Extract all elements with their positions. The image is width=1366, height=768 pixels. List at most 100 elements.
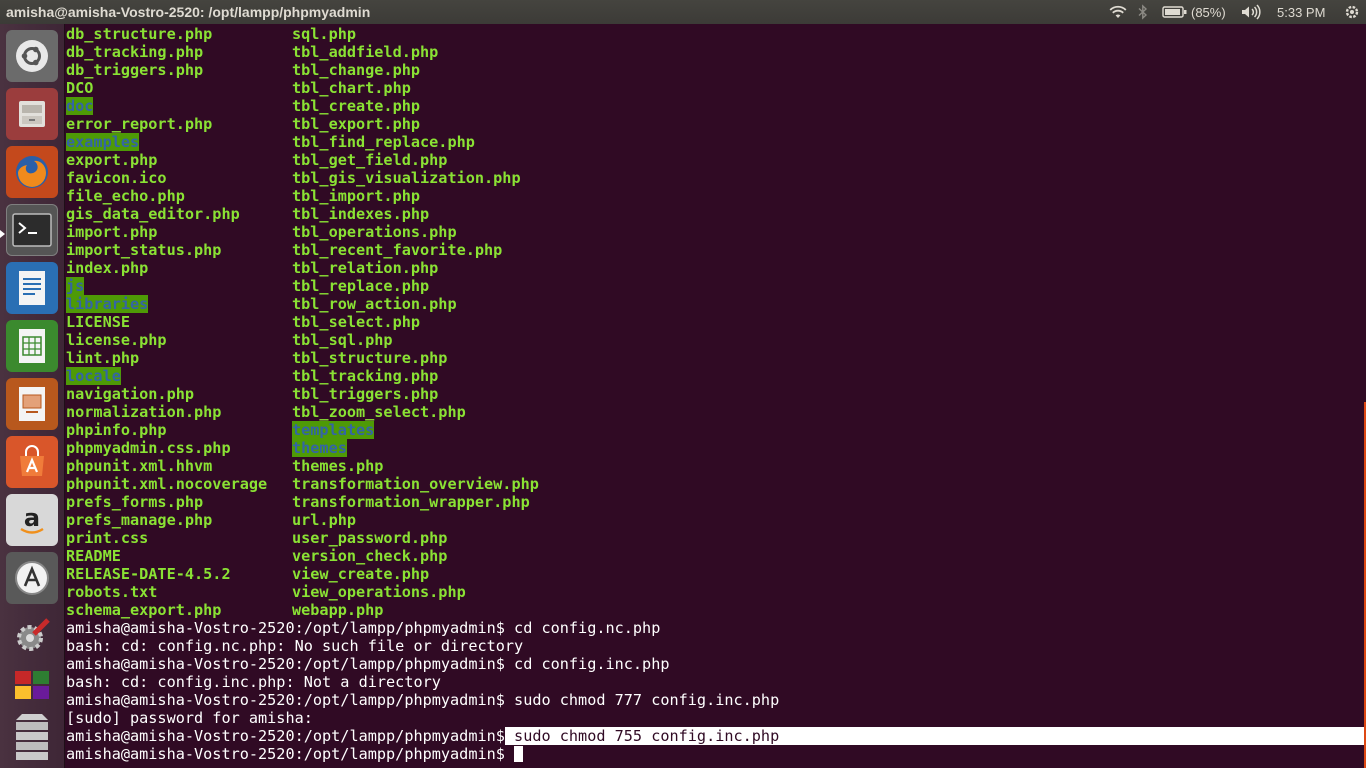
listing-file: favicon.ico <box>66 169 167 187</box>
listing-file: error_report.php <box>66 115 213 133</box>
wifi-icon[interactable] <box>1108 3 1128 21</box>
listing-directory: examples <box>66 133 140 151</box>
listing-file: index.php <box>66 259 149 277</box>
command-text: sudo chmod 777 config.inc.php <box>504 691 780 709</box>
file-cabinet-icon[interactable] <box>6 88 58 140</box>
amazon-icon[interactable]: a <box>6 494 58 546</box>
listing-directory: templates <box>292 421 375 439</box>
document-icon[interactable] <box>6 262 58 314</box>
listing-file: file_echo.php <box>66 187 185 205</box>
listing-file: sql.php <box>292 25 357 43</box>
battery-percent: (85%) <box>1191 4 1226 20</box>
shopping-bag-icon[interactable] <box>6 436 58 488</box>
listing-file: tbl_zoom_select.php <box>292 403 466 421</box>
clock[interactable]: 5:33 PM <box>1277 3 1325 21</box>
svg-text:a: a <box>24 504 40 532</box>
listing-directory: themes <box>292 439 347 457</box>
listing-file: tbl_replace.php <box>292 277 430 295</box>
listing-file: robots.txt <box>66 583 158 601</box>
top-panel: amisha@amisha-Vostro-2520: /opt/lampp/ph… <box>0 0 1366 24</box>
listing-file: themes.php <box>292 457 384 475</box>
bluetooth-icon[interactable] <box>1138 3 1148 21</box>
listing-file: tbl_sql.php <box>292 331 393 349</box>
firefox-icon[interactable] <box>6 146 58 198</box>
output-text: bash: cd: config.nc.php: No such file or… <box>66 637 524 655</box>
listing-file: tbl_select.php <box>292 313 421 331</box>
listing-file: prefs_manage.php <box>66 511 213 529</box>
listing-file: tbl_row_action.php <box>292 295 457 313</box>
command-text: cd config.inc.php <box>504 655 670 673</box>
listing-file: import_status.php <box>66 241 222 259</box>
launcher: a <box>0 24 65 768</box>
listing-file: tbl_find_replace.php <box>292 133 475 151</box>
listing-file: tbl_addfield.php <box>292 43 439 61</box>
terminal-window[interactable]: db_structure.php sql.php db_tracking.php tb… <box>65 24 1366 768</box>
command-line: amisha@amisha-Vostro-2520:/opt/lampp/php… <box>66 619 660 637</box>
shell-prompt: amisha@amisha-Vostro-2520:/opt/lampp/php… <box>66 745 505 763</box>
listing-file: tbl_import.php <box>292 187 421 205</box>
listing-file: phpinfo.php <box>66 421 167 439</box>
shell-prompt: amisha@amisha-Vostro-2520:/opt/lampp/php… <box>66 619 505 637</box>
output-line: [sudo] password for amisha: <box>66 709 313 727</box>
volume-icon[interactable] <box>1240 3 1262 21</box>
output-text: bash: cd: config.inc.php: Not a director… <box>66 673 441 691</box>
command-line: amisha@amisha-Vostro-2520:/opt/lampp/php… <box>66 745 524 763</box>
listing-file: tbl_chart.php <box>292 79 411 97</box>
listing-directory: locale <box>66 367 121 385</box>
battery-icon[interactable] <box>1162 3 1188 21</box>
listing-file: webapp.php <box>292 601 384 619</box>
command-text <box>505 745 514 763</box>
listing-file: phpunit.xml.nocoverage <box>66 475 268 493</box>
shell-prompt: amisha@amisha-Vostro-2520:/opt/lampp/php… <box>66 655 505 673</box>
listing-file: user_password.php <box>292 529 448 547</box>
command-line: amisha@amisha-Vostro-2520:/opt/lampp/php… <box>66 691 779 709</box>
trash-icon[interactable] <box>6 710 58 762</box>
listing-file: url.php <box>292 511 357 529</box>
listing-file: LICENSE <box>66 313 131 331</box>
terminal-icon[interactable] <box>6 204 58 256</box>
command-line: amisha@amisha-Vostro-2520:/opt/lampp/php… <box>66 727 1366 745</box>
updater-icon[interactable] <box>6 552 58 604</box>
listing-file: print.css <box>66 529 149 547</box>
window-title: amisha@amisha-Vostro-2520: /opt/lampp/ph… <box>6 4 371 20</box>
shell-prompt: amisha@amisha-Vostro-2520:/opt/lampp/php… <box>66 691 505 709</box>
listing-file: RELEASE-DATE-4.5.2 <box>66 565 231 583</box>
listing-file: tbl_triggers.php <box>292 385 439 403</box>
listing-file: transformation_overview.php <box>292 475 539 493</box>
listing-file: view_operations.php <box>292 583 466 601</box>
text-cursor <box>514 746 524 762</box>
power-gear-icon[interactable] <box>1344 3 1360 21</box>
listing-file: db_structure.php <box>66 25 213 43</box>
listing-file: transformation_wrapper.php <box>292 493 530 511</box>
workspace-icon[interactable] <box>6 660 58 712</box>
ubuntu-logo-icon[interactable] <box>6 30 58 82</box>
listing-file: navigation.php <box>66 385 195 403</box>
listing-file: tbl_gis_visualization.php <box>292 169 521 187</box>
listing-file: view_create.php <box>292 565 430 583</box>
presentation-icon[interactable] <box>6 378 58 430</box>
listing-directory: libraries <box>66 295 149 313</box>
listing-file: tbl_indexes.php <box>292 205 430 223</box>
listing-file: schema_export.php <box>66 601 222 619</box>
listing-directory: js <box>66 277 85 295</box>
listing-file: tbl_export.php <box>292 115 421 133</box>
command-line: amisha@amisha-Vostro-2520:/opt/lampp/php… <box>66 655 670 673</box>
spreadsheet-icon[interactable] <box>6 320 58 372</box>
listing-file: tbl_tracking.php <box>292 367 439 385</box>
listing-file: gis_data_editor.php <box>66 205 240 223</box>
listing-file: normalization.php <box>66 403 222 421</box>
listing-file: lint.php <box>66 349 140 367</box>
listing-file: phpunit.xml.hhvm <box>66 457 213 475</box>
listing-file: tbl_create.php <box>292 97 421 115</box>
listing-file: README <box>66 547 121 565</box>
listing-file: export.php <box>66 151 158 169</box>
listing-file: tbl_relation.php <box>292 259 439 277</box>
listing-file: tbl_operations.php <box>292 223 457 241</box>
listing-file: DCO <box>66 79 94 97</box>
command-text: cd config.nc.php <box>504 619 661 637</box>
shell-prompt: amisha@amisha-Vostro-2520:/opt/lampp/php… <box>66 727 505 745</box>
listing-file: tbl_change.php <box>292 61 421 79</box>
listing-file: tbl_structure.php <box>292 349 448 367</box>
listing-file: phpmyadmin.css.php <box>66 439 231 457</box>
settings-icon[interactable] <box>6 610 58 662</box>
